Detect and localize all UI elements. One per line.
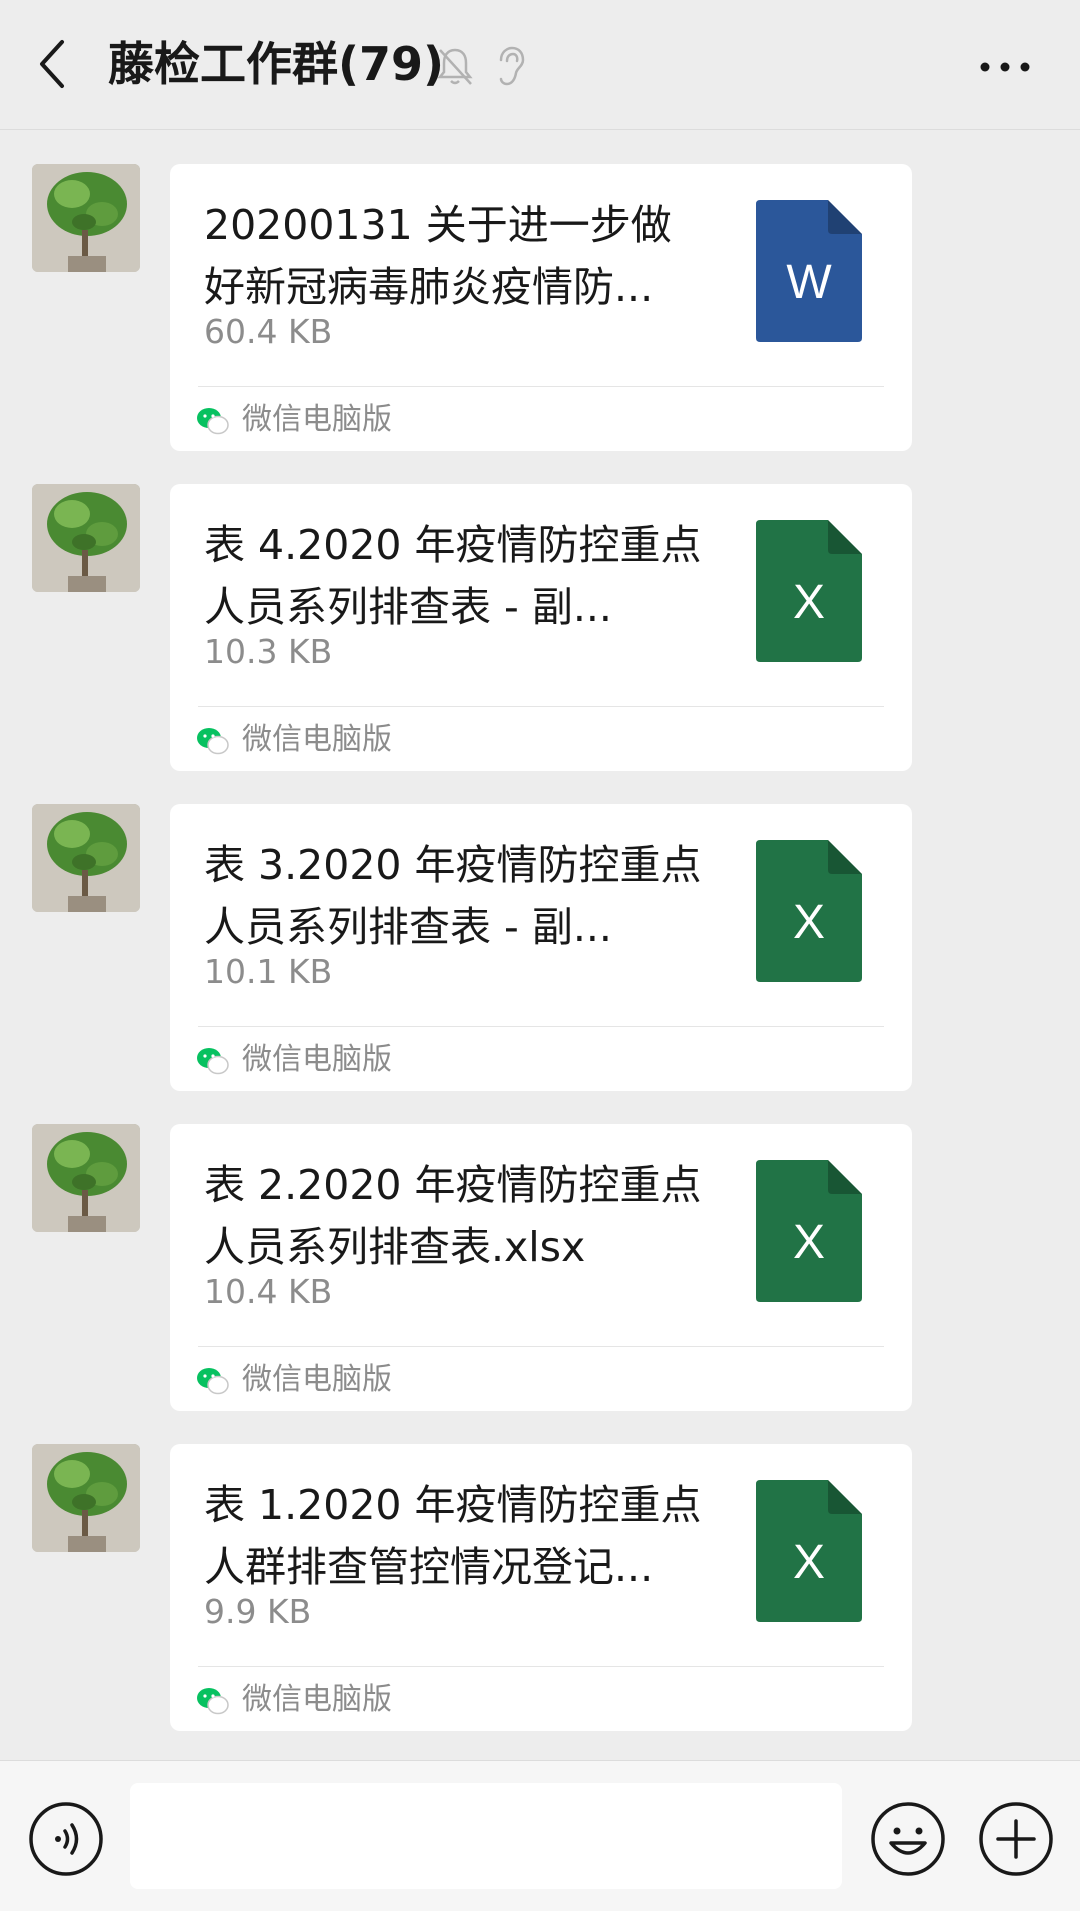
divider [198, 1346, 884, 1347]
file-message-card[interactable]: 表 3.2020 年疫情防控重点人员系列排查表 - 副... 10.1 KB X… [170, 804, 912, 1091]
file-name: 表 1.2020 年疫情防控重点人群排查管控情况登记... [204, 1481, 702, 1591]
excel-file-icon: X [756, 1160, 862, 1302]
divider [198, 1666, 884, 1667]
wechat-icon [197, 1048, 229, 1075]
chat-title: 藤检工作群(79) [108, 37, 445, 91]
avatar[interactable] [32, 804, 140, 912]
source-label: 微信电脑版 [242, 1042, 392, 1077]
file-size: 9.9 KB [204, 1592, 312, 1631]
excel-file-icon: X [756, 1480, 862, 1622]
divider [198, 706, 884, 707]
wechat-icon [197, 728, 229, 755]
wechat-icon [197, 1688, 229, 1715]
avatar[interactable] [32, 1124, 140, 1232]
mute-icon [437, 48, 473, 85]
file-message-card[interactable]: 表 2.2020 年疫情防控重点人员系列排查表.xlsx 10.4 KB X 微… [170, 1124, 912, 1411]
message-item: 表 3.2020 年疫情防控重点人员系列排查表 - 副... 10.1 KB X… [0, 770, 1080, 1091]
file-name: 表 4.2020 年疫情防控重点人员系列排查表 - 副... [204, 521, 702, 631]
avatar[interactable] [32, 1444, 140, 1552]
file-type-letter: W [786, 256, 832, 309]
file-name: 20200131 关于进一步做好新冠病毒肺炎疫情防... [204, 201, 672, 311]
source-label: 微信电脑版 [242, 402, 392, 437]
file-message-card[interactable]: 20200131 关于进一步做好新冠病毒肺炎疫情防... 60.4 KB W 微… [170, 164, 912, 451]
word-file-icon: W [756, 200, 862, 342]
divider [198, 386, 884, 387]
voice-icon[interactable] [28, 1801, 104, 1877]
file-message-card[interactable]: 表 1.2020 年疫情防控重点人群排查管控情况登记... 9.9 KB X 微… [170, 1444, 912, 1731]
file-type-letter: X [793, 1536, 825, 1589]
wechat-icon [197, 408, 229, 435]
file-type-letter: X [793, 576, 825, 629]
message-item: 表 1.2020 年疫情防控重点人群排查管控情况登记... 9.9 KB X 微… [0, 1410, 1080, 1731]
file-message-card[interactable]: 表 4.2020 年疫情防控重点人员系列排查表 - 副... 10.3 KB X… [170, 484, 912, 771]
message-item: 表 4.2020 年疫情防控重点人员系列排查表 - 副... 10.3 KB X… [0, 450, 1080, 771]
file-size: 60.4 KB [204, 312, 333, 351]
message-list: 20200131 关于进一步做好新冠病毒肺炎疫情防... 60.4 KB W 微… [0, 130, 1080, 1760]
excel-file-icon: X [756, 520, 862, 662]
file-type-letter: X [793, 1216, 825, 1269]
file-size: 10.4 KB [204, 1272, 333, 1311]
message-item: 表 2.2020 年疫情防控重点人员系列排查表.xlsx 10.4 KB X 微… [0, 1090, 1080, 1411]
source-label: 微信电脑版 [242, 1362, 392, 1397]
message-item: 20200131 关于进一步做好新冠病毒肺炎疫情防... 60.4 KB W 微… [0, 130, 1080, 451]
more-icon[interactable] [975, 40, 1035, 90]
divider [198, 1026, 884, 1027]
file-name: 表 3.2020 年疫情防控重点人员系列排查表 - 副... [204, 841, 702, 951]
file-size: 10.3 KB [204, 632, 333, 671]
emoji-icon[interactable] [870, 1801, 946, 1877]
back-icon[interactable] [30, 36, 78, 92]
plus-icon[interactable] [978, 1801, 1054, 1877]
file-size: 10.1 KB [204, 952, 333, 991]
wechat-icon [197, 1368, 229, 1395]
message-input[interactable] [130, 1783, 842, 1889]
avatar[interactable] [32, 164, 140, 272]
source-label: 微信电脑版 [242, 722, 392, 757]
avatar[interactable] [32, 484, 140, 592]
file-name: 表 2.2020 年疫情防控重点人员系列排查表.xlsx [204, 1161, 702, 1271]
chat-header: 藤检工作群(79) [0, 0, 1080, 130]
file-type-letter: X [793, 896, 825, 949]
input-bar [0, 1760, 1080, 1911]
excel-file-icon: X [756, 840, 862, 982]
ear-icon [499, 46, 525, 86]
source-label: 微信电脑版 [242, 1682, 392, 1717]
